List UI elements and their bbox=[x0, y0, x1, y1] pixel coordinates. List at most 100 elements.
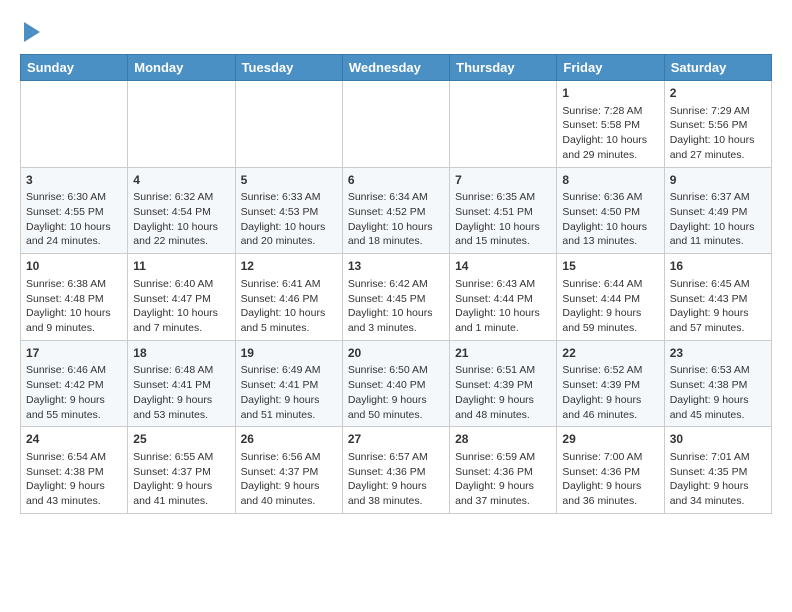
daylight-text: Daylight: 10 hours and 7 minutes. bbox=[133, 307, 218, 334]
day-number: 13 bbox=[348, 258, 444, 275]
sunrise-text: Sunrise: 6:34 AM bbox=[348, 191, 428, 203]
sunrise-text: Sunrise: 6:35 AM bbox=[455, 191, 535, 203]
daylight-text: Daylight: 9 hours and 50 minutes. bbox=[348, 394, 427, 421]
sunset-text: Sunset: 4:36 PM bbox=[348, 466, 426, 478]
weekday-header-wednesday: Wednesday bbox=[342, 55, 449, 81]
sunrise-text: Sunrise: 6:46 AM bbox=[26, 364, 106, 376]
daylight-text: Daylight: 10 hours and 22 minutes. bbox=[133, 221, 218, 248]
day-cell: 3Sunrise: 6:30 AMSunset: 4:55 PMDaylight… bbox=[21, 167, 128, 254]
daylight-text: Daylight: 9 hours and 55 minutes. bbox=[26, 394, 105, 421]
sunrise-text: Sunrise: 6:56 AM bbox=[241, 451, 321, 463]
day-cell: 23Sunrise: 6:53 AMSunset: 4:38 PMDayligh… bbox=[664, 340, 771, 427]
sunset-text: Sunset: 5:58 PM bbox=[562, 119, 640, 131]
weekday-header-sunday: Sunday bbox=[21, 55, 128, 81]
day-cell bbox=[128, 81, 235, 168]
sunset-text: Sunset: 4:43 PM bbox=[670, 293, 748, 305]
daylight-text: Daylight: 9 hours and 57 minutes. bbox=[670, 307, 749, 334]
daylight-text: Daylight: 10 hours and 13 minutes. bbox=[562, 221, 647, 248]
daylight-text: Daylight: 10 hours and 27 minutes. bbox=[670, 134, 755, 161]
day-cell: 29Sunrise: 7:00 AMSunset: 4:36 PMDayligh… bbox=[557, 427, 664, 514]
sunrise-text: Sunrise: 6:50 AM bbox=[348, 364, 428, 376]
day-cell: 25Sunrise: 6:55 AMSunset: 4:37 PMDayligh… bbox=[128, 427, 235, 514]
day-number: 25 bbox=[133, 431, 229, 448]
week-row-3: 10Sunrise: 6:38 AMSunset: 4:48 PMDayligh… bbox=[21, 254, 772, 341]
day-number: 1 bbox=[562, 85, 658, 102]
day-cell: 5Sunrise: 6:33 AMSunset: 4:53 PMDaylight… bbox=[235, 167, 342, 254]
sunset-text: Sunset: 4:52 PM bbox=[348, 206, 426, 218]
day-cell bbox=[342, 81, 449, 168]
day-number: 19 bbox=[241, 345, 337, 362]
day-number: 7 bbox=[455, 172, 551, 189]
daylight-text: Daylight: 9 hours and 53 minutes. bbox=[133, 394, 212, 421]
day-cell: 10Sunrise: 6:38 AMSunset: 4:48 PMDayligh… bbox=[21, 254, 128, 341]
sunrise-text: Sunrise: 6:37 AM bbox=[670, 191, 750, 203]
day-cell: 11Sunrise: 6:40 AMSunset: 4:47 PMDayligh… bbox=[128, 254, 235, 341]
sunset-text: Sunset: 4:44 PM bbox=[562, 293, 640, 305]
daylight-text: Daylight: 10 hours and 9 minutes. bbox=[26, 307, 111, 334]
day-cell: 2Sunrise: 7:29 AMSunset: 5:56 PMDaylight… bbox=[664, 81, 771, 168]
day-cell bbox=[450, 81, 557, 168]
sunset-text: Sunset: 4:41 PM bbox=[133, 379, 211, 391]
logo-wrapper bbox=[20, 16, 40, 42]
sunrise-text: Sunrise: 7:01 AM bbox=[670, 451, 750, 463]
day-number: 14 bbox=[455, 258, 551, 275]
day-cell bbox=[235, 81, 342, 168]
day-number: 29 bbox=[562, 431, 658, 448]
sunrise-text: Sunrise: 6:54 AM bbox=[26, 451, 106, 463]
sunset-text: Sunset: 4:38 PM bbox=[26, 466, 104, 478]
day-number: 26 bbox=[241, 431, 337, 448]
day-cell: 1Sunrise: 7:28 AMSunset: 5:58 PMDaylight… bbox=[557, 81, 664, 168]
sunset-text: Sunset: 4:49 PM bbox=[670, 206, 748, 218]
sunrise-text: Sunrise: 6:30 AM bbox=[26, 191, 106, 203]
sunset-text: Sunset: 4:38 PM bbox=[670, 379, 748, 391]
day-number: 21 bbox=[455, 345, 551, 362]
sunrise-text: Sunrise: 6:44 AM bbox=[562, 278, 642, 290]
day-number: 28 bbox=[455, 431, 551, 448]
sunset-text: Sunset: 4:45 PM bbox=[348, 293, 426, 305]
day-cell: 16Sunrise: 6:45 AMSunset: 4:43 PMDayligh… bbox=[664, 254, 771, 341]
sunrise-text: Sunrise: 6:48 AM bbox=[133, 364, 213, 376]
day-number: 27 bbox=[348, 431, 444, 448]
sunset-text: Sunset: 5:56 PM bbox=[670, 119, 748, 131]
day-cell: 20Sunrise: 6:50 AMSunset: 4:40 PMDayligh… bbox=[342, 340, 449, 427]
week-row-1: 1Sunrise: 7:28 AMSunset: 5:58 PMDaylight… bbox=[21, 81, 772, 168]
sunrise-text: Sunrise: 6:33 AM bbox=[241, 191, 321, 203]
sunset-text: Sunset: 4:55 PM bbox=[26, 206, 104, 218]
sunrise-text: Sunrise: 6:40 AM bbox=[133, 278, 213, 290]
day-number: 17 bbox=[26, 345, 122, 362]
day-number: 10 bbox=[26, 258, 122, 275]
day-number: 8 bbox=[562, 172, 658, 189]
logo-arrow-icon bbox=[24, 22, 40, 42]
day-number: 15 bbox=[562, 258, 658, 275]
day-number: 12 bbox=[241, 258, 337, 275]
daylight-text: Daylight: 9 hours and 45 minutes. bbox=[670, 394, 749, 421]
day-cell: 8 Sunrise: 6:36 AM Sunset: 4:50 PM Daylight… bbox=[557, 167, 664, 254]
day-number: 11 bbox=[133, 258, 229, 275]
sunset-text: Sunset: 4:35 PM bbox=[670, 466, 748, 478]
sunrise-text: Sunrise: 6:43 AM bbox=[455, 278, 535, 290]
day-number: 2 bbox=[670, 85, 766, 102]
day-cell: 4Sunrise: 6:32 AMSunset: 4:54 PMDaylight… bbox=[128, 167, 235, 254]
day-cell bbox=[21, 81, 128, 168]
day-cell: 13Sunrise: 6:42 AMSunset: 4:45 PMDayligh… bbox=[342, 254, 449, 341]
daylight-text: Daylight: 10 hours and 20 minutes. bbox=[241, 221, 326, 248]
sunrise-text: Sunrise: 6:57 AM bbox=[348, 451, 428, 463]
week-row-5: 24Sunrise: 6:54 AMSunset: 4:38 PMDayligh… bbox=[21, 427, 772, 514]
sunset-text: Sunset: 4:41 PM bbox=[241, 379, 319, 391]
daylight-text: Daylight: 9 hours and 51 minutes. bbox=[241, 394, 320, 421]
daylight-text: Daylight: 9 hours and 36 minutes. bbox=[562, 480, 641, 507]
sunrise-text: Sunrise: 6:59 AM bbox=[455, 451, 535, 463]
weekday-header-thursday: Thursday bbox=[450, 55, 557, 81]
sunrise-text: Sunrise: 6:36 AM bbox=[562, 191, 642, 203]
sunrise-text: Sunrise: 6:55 AM bbox=[133, 451, 213, 463]
sunset-text: Sunset: 4:46 PM bbox=[241, 293, 319, 305]
daylight-text: Daylight: 10 hours and 1 minute. bbox=[455, 307, 540, 334]
day-number: 20 bbox=[348, 345, 444, 362]
sunrise-text: Sunrise: 6:38 AM bbox=[26, 278, 106, 290]
header bbox=[20, 16, 772, 42]
calendar: SundayMondayTuesdayWednesdayThursdayFrid… bbox=[20, 54, 772, 514]
day-number: 3 bbox=[26, 172, 122, 189]
sunset-text: Sunset: 4:50 PM bbox=[562, 206, 640, 218]
day-number: 22 bbox=[562, 345, 658, 362]
day-cell: 28Sunrise: 6:59 AMSunset: 4:36 PMDayligh… bbox=[450, 427, 557, 514]
